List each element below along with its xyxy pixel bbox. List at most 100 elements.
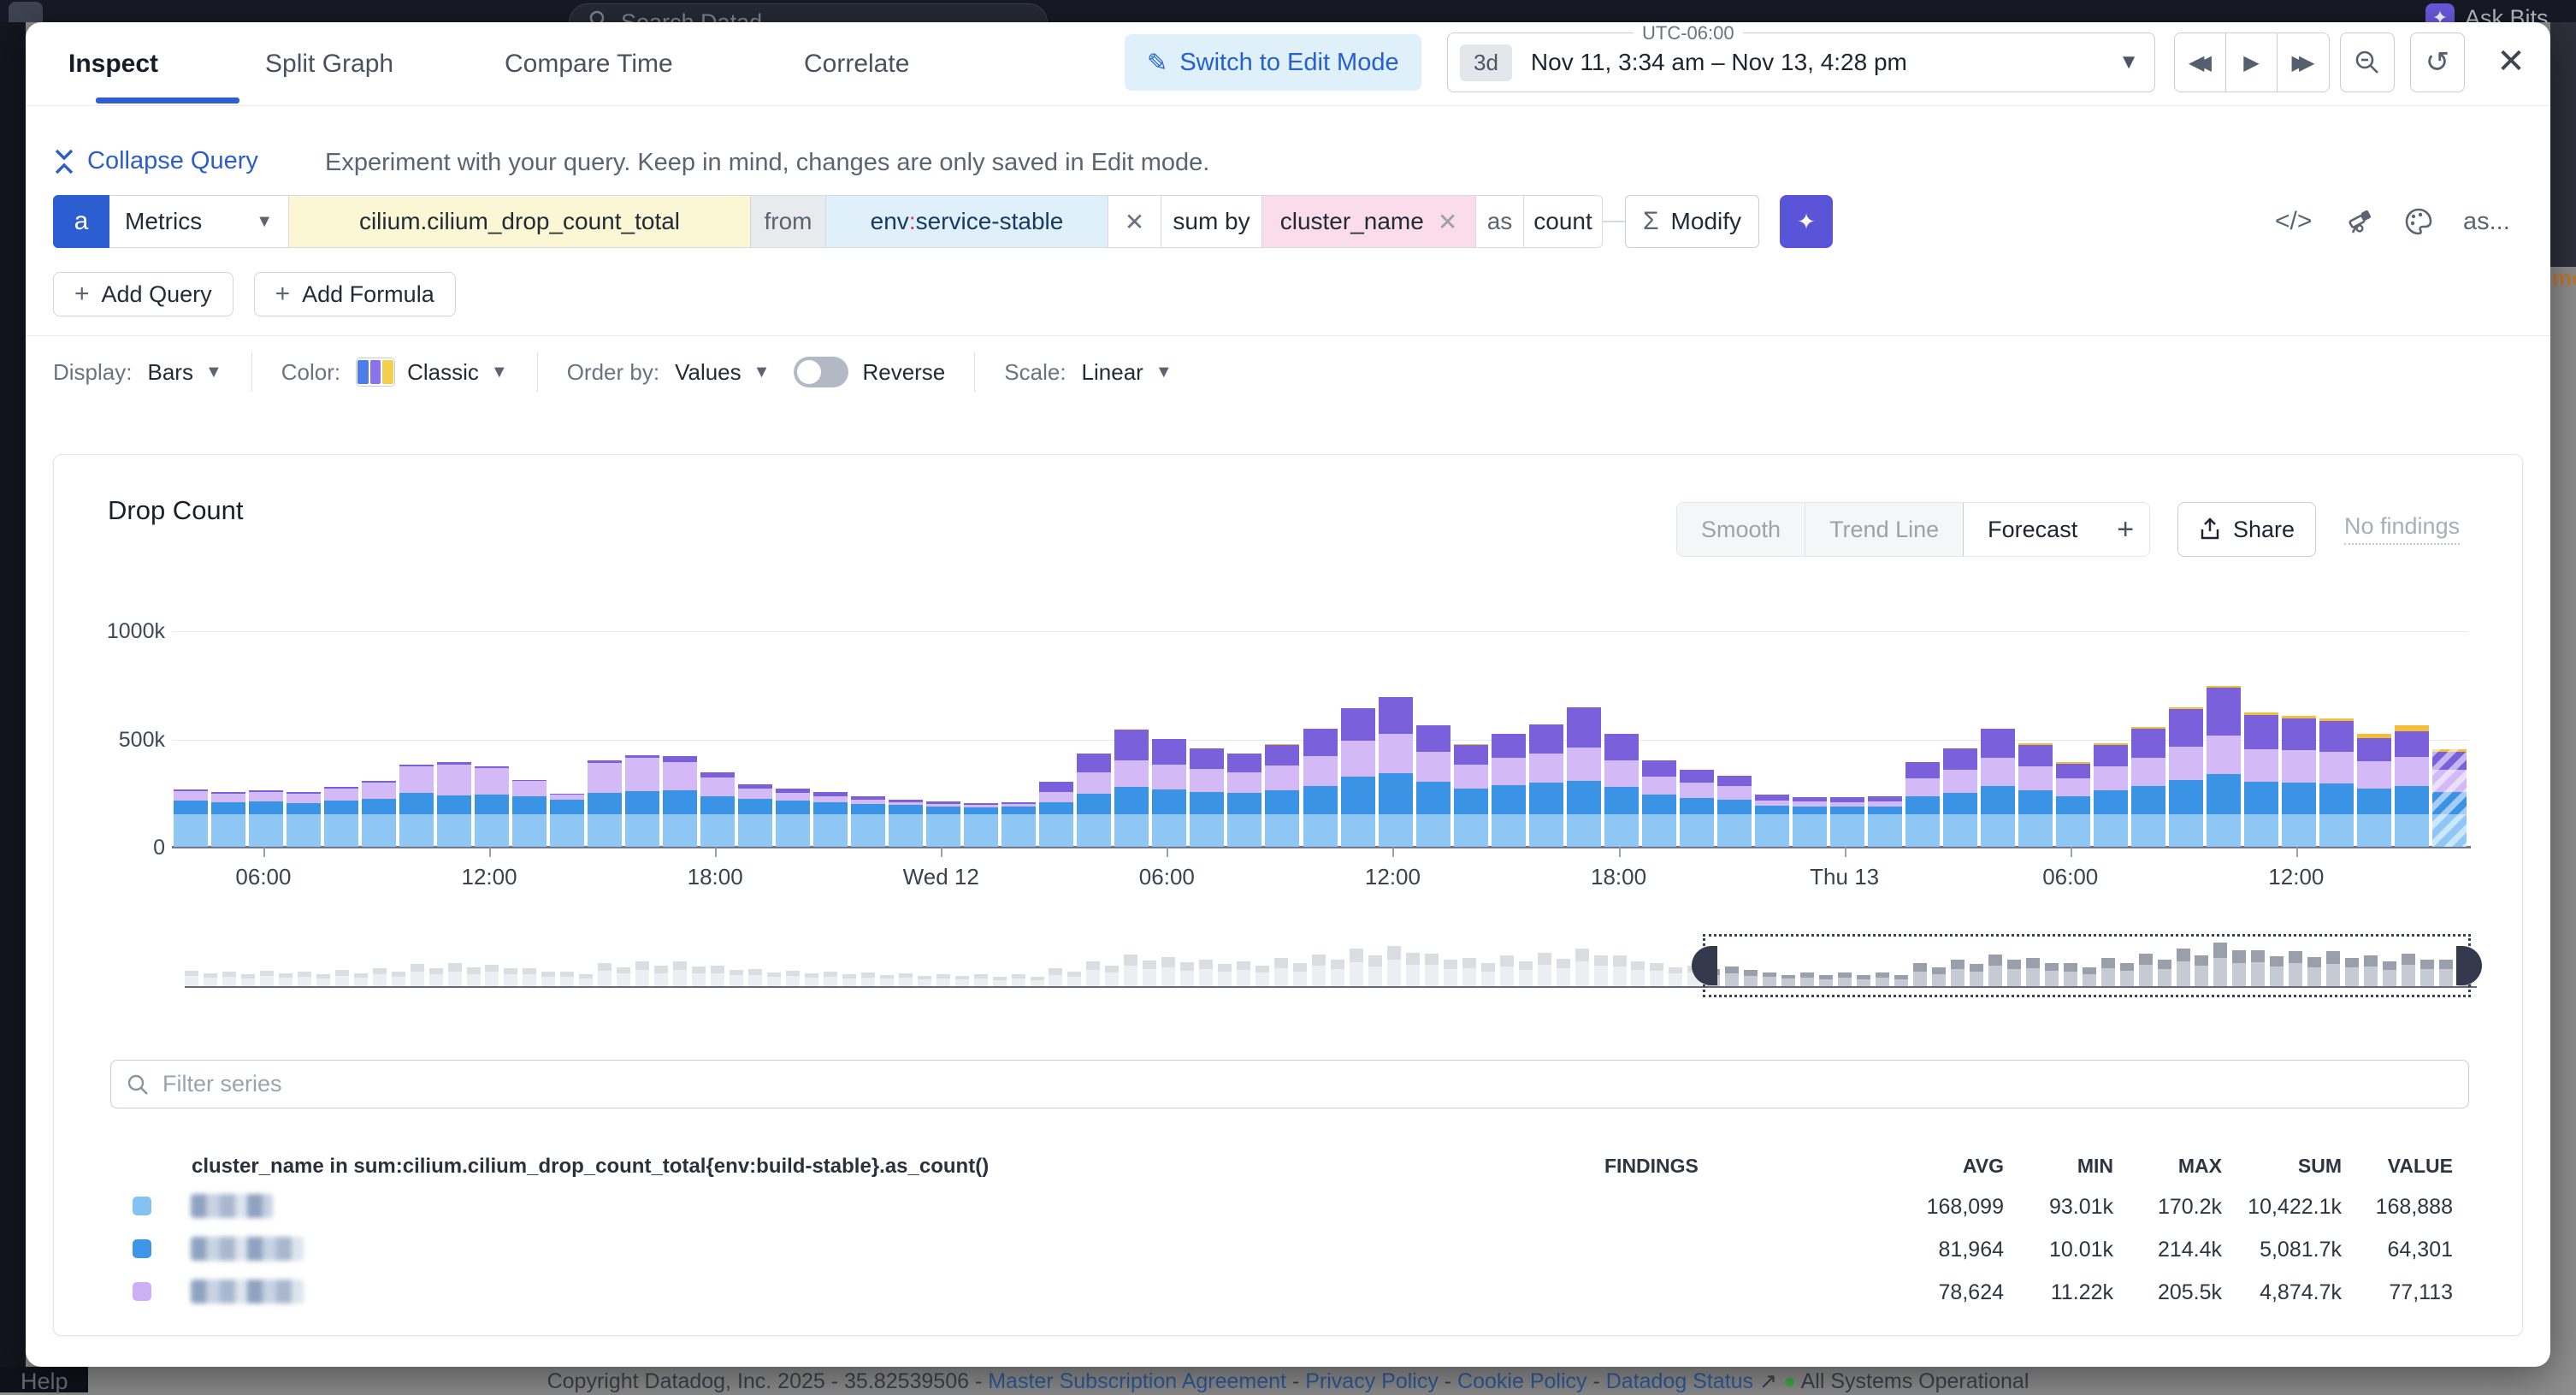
modify-button[interactable]: Σ Modify	[1625, 195, 1759, 248]
chart-bar[interactable]	[1265, 744, 1299, 847]
close-button[interactable]: ✕	[2485, 36, 2537, 87]
brush-handle-right[interactable]	[2456, 946, 2482, 985]
series-color-swatch[interactable]	[133, 1197, 151, 1215]
order-by-select[interactable]: Values ▼	[675, 359, 770, 386]
chart-bar[interactable]	[1642, 760, 1676, 847]
chart-bar[interactable]	[1227, 754, 1261, 847]
chart-bar[interactable]	[964, 803, 998, 847]
footer-link-privacy[interactable]: Privacy Policy	[1305, 1369, 1439, 1392]
chart-bar[interactable]	[1755, 795, 1789, 847]
add-query-button[interactable]: + Add Query	[53, 272, 233, 316]
chart-bar[interactable]	[2131, 727, 2165, 847]
chart-bar[interactable]	[588, 760, 622, 847]
tab-correlate[interactable]: Correlate	[804, 50, 909, 79]
add-formula-button[interactable]: + Add Formula	[254, 272, 456, 316]
chart-bar[interactable]	[2395, 725, 2429, 847]
chart-bar[interactable]	[437, 762, 471, 847]
chart-bar[interactable]	[550, 794, 584, 847]
chart-bar[interactable]	[2282, 716, 2316, 847]
chart-bar[interactable]	[1604, 734, 1639, 847]
zoom-out-button[interactable]	[2340, 33, 2395, 92]
chart-bar[interactable]	[287, 792, 321, 847]
style-palette-button[interactable]	[2403, 202, 2434, 241]
chart-bar[interactable]	[926, 801, 960, 847]
shift-back-button[interactable]: ◀◀	[2175, 33, 2226, 92]
trend-line-button[interactable]: Trend Line	[1805, 503, 1964, 556]
help-button[interactable]: Help	[21, 1368, 68, 1395]
reset-zoom-button[interactable]: ↺	[2410, 33, 2465, 92]
chart-bar[interactable]	[1039, 782, 1073, 847]
forecast-button[interactable]: Forecast	[1963, 502, 2102, 557]
metric-name-input[interactable]: cilium.cilium_drop_count_total	[289, 195, 751, 248]
smooth-button[interactable]: Smooth	[1677, 503, 1805, 556]
chart-bar[interactable]	[776, 789, 810, 847]
time-range-picker[interactable]: 3d Nov 11, 3:34 am – Nov 13, 4:28 pm ▼	[1447, 33, 2155, 92]
chart-bar[interactable]	[2056, 762, 2090, 847]
minimap-brush-selection[interactable]	[1703, 934, 2471, 997]
chart-bar[interactable]	[1567, 707, 1601, 847]
chart-bar[interactable]	[738, 784, 772, 847]
chart-bar[interactable]	[1379, 697, 1413, 847]
chart-bar[interactable]	[1981, 729, 2015, 847]
chart-bar[interactable]	[663, 756, 697, 847]
chart-bar[interactable]	[1830, 797, 1864, 847]
chart-bar[interactable]	[1680, 770, 1714, 847]
series-row[interactable]: 81,96410.01k214.4k5,081.7k64,301	[54, 1230, 2440, 1271]
data-source-select[interactable]: Metrics ▼	[109, 195, 289, 248]
group-by-tag[interactable]: cluster_name ✕	[1262, 195, 1476, 248]
display-type-select[interactable]: Bars ▼	[147, 359, 222, 386]
chart-bar[interactable]	[813, 792, 848, 847]
palette-swatch[interactable]	[356, 358, 395, 387]
chart-bar[interactable]	[1454, 744, 1488, 847]
chart-bar[interactable]	[1303, 729, 1338, 847]
explore-metric-button[interactable]	[2345, 202, 2376, 241]
rollup-select[interactable]: count	[1524, 195, 1603, 248]
chart-bar[interactable]	[2207, 686, 2241, 847]
chart-bar[interactable]	[362, 781, 396, 847]
footer-link-status[interactable]: Datadog Status	[1606, 1369, 1753, 1392]
remove-filter-button[interactable]: ✕	[1108, 195, 1161, 248]
tab-compare-time[interactable]: Compare Time	[505, 50, 673, 79]
chart-bar[interactable]	[2244, 712, 2278, 847]
chart-bar[interactable]	[1077, 754, 1111, 847]
chart-bar[interactable]	[211, 792, 245, 847]
chart-bar[interactable]	[1905, 762, 1940, 847]
series-row[interactable]: 168,09993.01k170.2k10,422.1k168,888	[54, 1187, 2440, 1228]
chart-bar[interactable]	[512, 780, 547, 847]
chart-bar[interactable]	[475, 766, 509, 847]
chart-bar[interactable]	[2094, 743, 2128, 847]
chart-bar[interactable]	[1793, 797, 1827, 847]
chart-bar[interactable]	[1717, 776, 1752, 847]
chart-bar[interactable]	[1492, 734, 1526, 847]
global-search-input[interactable]: Search Datad	[569, 3, 1048, 22]
chart-bar[interactable]	[851, 796, 885, 847]
chart-bar[interactable]	[1114, 730, 1149, 847]
chart-bar[interactable]	[1943, 748, 1977, 847]
chart-bar[interactable]	[324, 787, 358, 847]
code-view-button[interactable]: </>	[2275, 202, 2312, 241]
reverse-toggle[interactable]	[794, 357, 848, 387]
switch-to-edit-mode-button[interactable]: ✎ Switch to Edit Mode	[1125, 34, 1421, 91]
filter-series-input[interactable]	[162, 1071, 2453, 1097]
series-color-swatch[interactable]	[133, 1282, 151, 1301]
as-options-button[interactable]: as...	[2463, 202, 2510, 241]
collapse-query-link[interactable]: Collapse Query	[53, 147, 258, 175]
tab-inspect[interactable]: Inspect	[68, 50, 158, 79]
chart-bar[interactable]	[2357, 734, 2391, 847]
chart-bar[interactable]	[889, 800, 923, 847]
chart-bar[interactable]	[1152, 739, 1186, 848]
tab-split-graph[interactable]: Split Graph	[265, 50, 393, 79]
chart-bar[interactable]	[2018, 743, 2053, 847]
shift-forward-button[interactable]: ▶▶	[2278, 33, 2329, 92]
play-button[interactable]: ▶	[2226, 33, 2278, 92]
remove-group-by-icon[interactable]: ✕	[1438, 208, 1457, 236]
footer-link-msa[interactable]: Master Subscription Agreement	[988, 1369, 1286, 1392]
series-color-swatch[interactable]	[133, 1239, 151, 1258]
chart-bar[interactable]	[625, 754, 659, 847]
chart-bar[interactable]	[1190, 748, 1224, 847]
series-row[interactable]: 78,62411.22k205.5k4,874.7k77,113	[54, 1273, 2440, 1314]
palette-select[interactable]: Classic ▼	[407, 359, 508, 386]
ask-bits-button[interactable]: ✦ Ask Bits	[2425, 3, 2549, 22]
chart-bar[interactable]	[2432, 749, 2467, 847]
filter-tag[interactable]: env:service-stable	[826, 195, 1108, 248]
